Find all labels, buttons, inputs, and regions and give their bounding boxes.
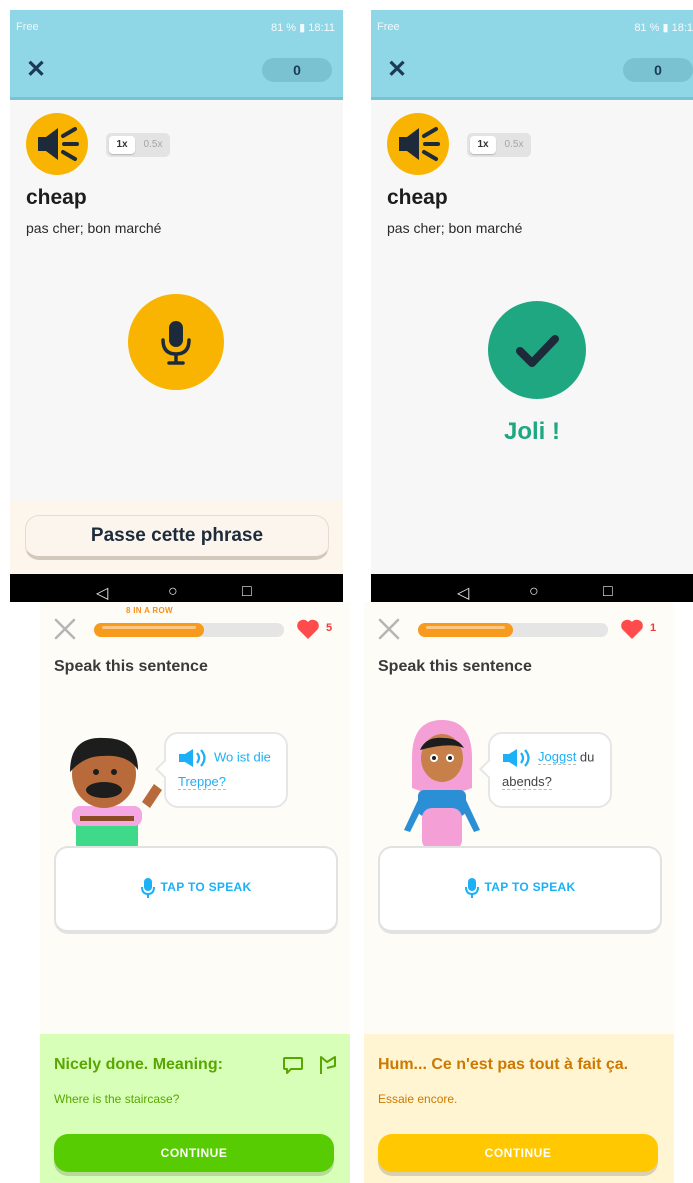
bubble-line-2: abends? <box>502 774 552 790</box>
heart-icon <box>297 619 319 639</box>
bubble-line-1: Wo ist die <box>178 748 271 768</box>
speak-exercise-success: 8 IN A ROW 5 Speak this sentence Wo ist … <box>40 602 350 1183</box>
continue-button[interactable]: CONTINUE <box>54 1134 334 1172</box>
microphone-button[interactable] <box>128 294 224 390</box>
continue-button[interactable]: CONTINUE <box>378 1134 658 1172</box>
close-icon[interactable] <box>376 616 402 642</box>
tap-to-speak-label: TAP TO SPEAK <box>484 880 576 895</box>
hearts-count: 1 <box>650 622 657 634</box>
heart-icon <box>621 619 643 639</box>
speed-toggle[interactable]: 1x 0.5x <box>467 133 531 157</box>
speed-half-option[interactable]: 0.5x <box>139 136 167 154</box>
tap-to-speak-button[interactable]: TAP TO SPEAK <box>54 846 338 934</box>
tap-to-speak-button[interactable]: TAP TO SPEAK <box>378 846 662 934</box>
result-message: Joli ! <box>503 418 560 445</box>
comment-icon[interactable] <box>282 1054 304 1076</box>
tap-to-speak-row: TAP TO SPEAK <box>380 878 660 898</box>
bubble-line-1: Joggst du <box>502 748 594 768</box>
recents-nav-icon[interactable]: □ <box>242 583 252 601</box>
microphone-icon <box>140 878 155 898</box>
microphone-icon <box>464 878 479 898</box>
feedback-panel: Hum... Ce n'est pas tout à fait ça. Essa… <box>364 1034 674 1183</box>
status-bar: Free 81 % ▮ 18:11 <box>10 10 343 44</box>
sentence-part-2[interactable]: Treppe? <box>178 774 226 790</box>
feedback-title: Nicely done. Meaning: <box>54 1056 223 1073</box>
speech-bubble: Wo ist die Treppe? <box>155 732 288 808</box>
feedback-subtitle: Where is the staircase? <box>54 1092 180 1106</box>
word-translation: pas cher; bon marché <box>387 220 523 236</box>
battery-percent: 81 % <box>271 22 297 34</box>
report-flag-icon[interactable] <box>316 1054 338 1076</box>
carrier-label: Free <box>16 21 39 33</box>
progress-fill <box>418 623 513 637</box>
phone-screen-correct: Free 81 % ▮ 18:1 ✕ 0 1x 0.5x cheap pas c… <box>371 10 693 602</box>
lesson-header: ✕ 0 <box>10 44 343 100</box>
feedback-title: Hum... Ce n'est pas tout à fait ça. <box>378 1056 629 1073</box>
clock: 18:11 <box>308 22 335 34</box>
prompt-word: cheap <box>387 186 448 209</box>
lesson-header: ✕ 0 <box>371 44 693 100</box>
sentence-part-1[interactable]: Wo ist die <box>214 749 271 764</box>
status-right: 81 % ▮ 18:1 <box>634 21 693 34</box>
hearts-count: 5 <box>326 622 333 634</box>
character-woman-illustration <box>404 720 480 850</box>
speed-toggle[interactable]: 1x 0.5x <box>106 133 170 157</box>
progress-fill <box>94 623 205 637</box>
close-icon[interactable] <box>52 616 78 642</box>
success-badge <box>488 301 586 399</box>
character-man-illustration <box>70 737 162 850</box>
android-nav-bar: ◁ ○ □ <box>10 574 343 602</box>
streak-label: 8 IN A ROW <box>126 606 173 615</box>
speaker-icon <box>399 127 440 161</box>
bubble-line-2: Treppe? <box>178 774 226 790</box>
prompt-word: cheap <box>26 186 87 209</box>
back-nav-icon[interactable]: ◁ <box>457 583 469 602</box>
speed-1x-option[interactable]: 1x <box>109 136 135 154</box>
speech-bubble: Joggst du abends? <box>479 732 612 808</box>
back-nav-icon[interactable]: ◁ <box>96 583 108 602</box>
status-right: 81 % ▮ 18:11 <box>271 21 335 34</box>
speaker-icon[interactable] <box>178 748 212 768</box>
clock: 18:1 <box>671 22 693 34</box>
speaker-icon[interactable] <box>502 748 536 768</box>
exercise-prompt: Speak this sentence <box>378 658 532 675</box>
play-audio-button[interactable] <box>387 113 449 175</box>
phone-screen-listen: Free 81 % ▮ 18:11 ✕ 0 1x 0.5x cheap pas … <box>10 10 343 602</box>
feedback-subtitle: Essaie encore. <box>378 1092 458 1106</box>
close-icon[interactable]: ✕ <box>383 56 411 84</box>
tap-to-speak-row: TAP TO SPEAK <box>56 878 336 898</box>
home-nav-icon[interactable]: ○ <box>529 583 539 601</box>
checkmark-icon <box>516 335 559 367</box>
score-pill: 0 <box>262 58 332 82</box>
skip-phrase-button[interactable]: Passe cette phrase <box>25 515 329 560</box>
recents-nav-icon[interactable]: □ <box>603 583 613 601</box>
speed-1x-option[interactable]: 1x <box>470 136 496 154</box>
feedback-panel: Nicely done. Meaning: Where is the stair… <box>40 1034 350 1183</box>
close-icon[interactable]: ✕ <box>22 56 50 84</box>
sentence-word-highlight[interactable]: Joggst <box>538 749 577 766</box>
microphone-icon <box>161 321 191 365</box>
speaker-icon <box>38 127 79 161</box>
score-pill: 0 <box>623 58 693 82</box>
progress-bar <box>418 623 608 637</box>
status-bar: Free 81 % ▮ 18:1 <box>371 10 693 44</box>
battery-icon: ▮ <box>299 22 306 34</box>
sentence-part-2[interactable]: abends? <box>502 774 552 790</box>
battery-percent: 81 % <box>634 22 660 34</box>
tap-to-speak-label: TAP TO SPEAK <box>160 880 252 895</box>
carrier-label: Free <box>377 21 400 33</box>
home-nav-icon[interactable]: ○ <box>168 583 178 601</box>
sentence-word-plain[interactable]: du <box>576 749 594 764</box>
speak-exercise-incorrect: 1 Speak this sentence Joggst du abends? <box>364 602 674 1183</box>
exercise-prompt: Speak this sentence <box>54 658 208 675</box>
speed-half-option[interactable]: 0.5x <box>500 136 528 154</box>
battery-icon: ▮ <box>662 22 669 34</box>
word-translation: pas cher; bon marché <box>26 220 162 236</box>
android-nav-bar: ◁ ○ □ <box>371 574 693 602</box>
play-audio-button[interactable] <box>26 113 88 175</box>
progress-bar <box>94 623 284 637</box>
